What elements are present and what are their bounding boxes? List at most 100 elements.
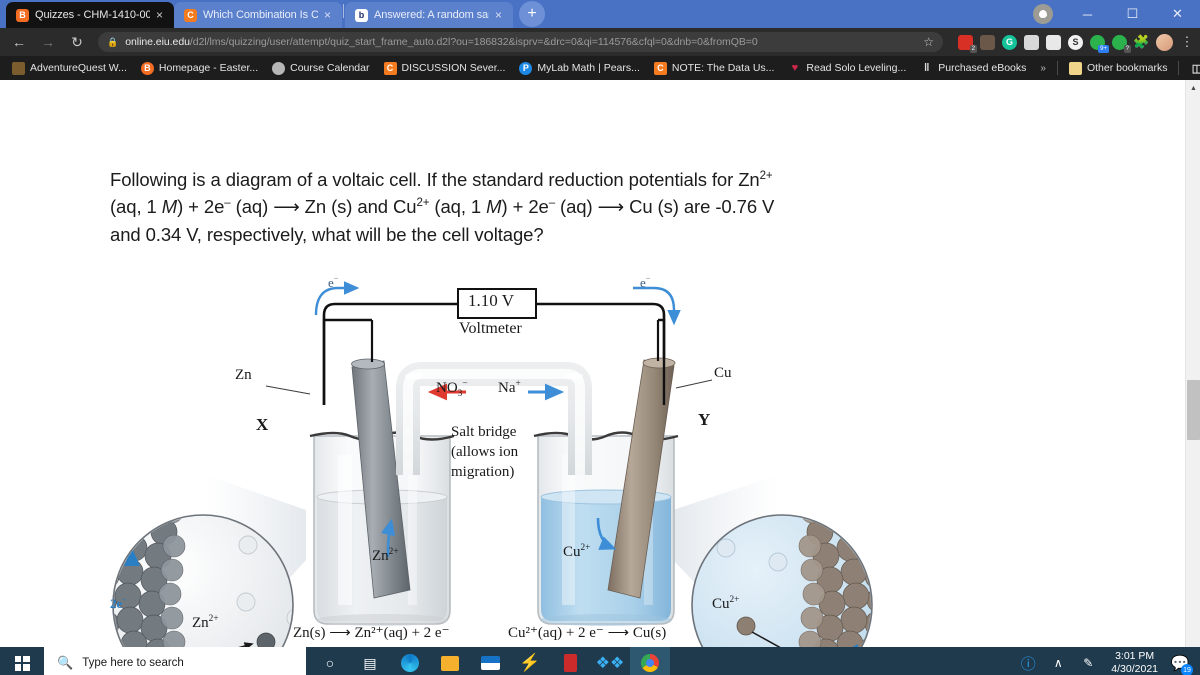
window-controls: ─ ☐ ✕ [1033,0,1200,28]
bookmark-discussion[interactable]: C DISCUSSION Sever... [378,60,512,77]
q2f: ) + 2e [501,196,549,218]
tab-strip: B Quizzes - CHM-1410-001 30293.. × C Whi… [0,0,1200,28]
inset-left-ion: Zn2+ [192,614,219,631]
puzzle-extension-icon[interactable]: 🧩 [1133,34,1149,50]
tab-chegg[interactable]: C Which Combination Is Correct Fo × [174,2,342,28]
bookmark-note-data[interactable]: C NOTE: The Data Us... [648,60,781,77]
reload-icon[interactable]: ↻ [64,29,90,55]
divider [1056,61,1058,75]
bookmark-label: Course Calendar [290,62,370,74]
question-text: Following is a diagram of a voltaic cell… [110,166,885,249]
photo-extension-icon[interactable] [980,34,995,50]
q2h: Cu (s) are -0.76 V [624,196,775,218]
q2c: (aq) [230,196,274,218]
chegg-icon: C [653,61,667,75]
voltaic-cell-diagram: 1.10 V Voltmeter e− e− Zn Cu X Y NO3− Na… [88,260,898,647]
mail-icon[interactable] [470,647,510,675]
salt-bridge-label-2: (allows ion [451,444,519,460]
bookmark-solo-leveling[interactable]: ♥ Read Solo Leveling... [782,60,912,77]
reading-list-extension-icon[interactable]: 2 [958,34,977,53]
bookmark-star-icon[interactable]: ☆ [917,35,934,49]
clock-date: 4/30/2021 [1111,663,1158,675]
cortana-icon[interactable]: ○ [310,647,350,675]
messages-extension-icon[interactable]: 9+ [1090,34,1109,53]
tab-separator [343,4,344,18]
page-scrollbar[interactable]: ▲ [1185,80,1200,647]
nitrate-ion-label: NO3− [436,379,468,399]
reading-list-button[interactable]: ◫ Reading list [1184,60,1200,77]
ebooks-icon: ‖ [924,62,930,74]
search-icon: 🔍 [57,655,74,670]
url-text: online.eiu.edu/d2l/lms/quizzing/user/att… [125,36,757,48]
bookmarks-overflow-icon[interactable]: » [1034,63,1052,74]
skype-extension-icon[interactable]: S [1068,34,1083,50]
forward-icon[interactable]: → [35,29,61,55]
right-half-reaction: Cu²⁺(aq) + 2 e⁻ ⟶ Cu(s) [508,625,667,641]
scrollbar-thumb[interactable] [1187,380,1200,440]
close-window-button[interactable]: ✕ [1155,0,1200,28]
bookmark-course-calendar[interactable]: Course Calendar [266,60,375,77]
help-icon[interactable]: ⓘ [1013,647,1043,675]
cu-ion-label: Cu2+ [563,543,591,560]
bookmarks-bar: AdventureQuest W... B Homepage - Easter.… [0,56,1200,80]
bookmark-adventurequest[interactable]: AdventureQuest W... [6,60,133,77]
q2a: (aq, 1 [110,196,162,218]
folder-icon [1068,61,1082,75]
bookmark-label: Homepage - Easter... [158,62,259,74]
notification-center-button[interactable]: 💬 19 [1166,647,1194,675]
more-menu-icon[interactable]: ⋮ [1180,34,1194,50]
inset-right-ion: Cu2+ [712,595,740,612]
close-icon[interactable]: × [156,9,166,21]
pen-icon[interactable]: ✎ [1073,647,1103,675]
lightning-icon[interactable]: ⚡ [510,647,550,675]
other-bookmarks-folder[interactable]: Other bookmarks [1063,60,1174,77]
reading-list-icon: ◫ [1191,62,1200,75]
q2b: ) + 2e [177,196,225,218]
maximize-button[interactable]: ☐ [1110,0,1155,28]
close-icon[interactable]: × [495,9,505,21]
url-host: online.eiu.edu [125,36,190,48]
office-extension-icon[interactable] [1046,34,1061,50]
molarity-symbol: M [161,196,178,218]
phone-extension-icon[interactable]: ? [1112,34,1131,53]
start-button[interactable] [0,647,44,675]
tab-bartleby[interactable]: b Answered: A random sample of 4 × [345,2,513,28]
scroll-up-icon[interactable]: ▲ [1186,80,1200,96]
chegg-icon: C [383,61,397,75]
avatar[interactable] [1156,33,1173,51]
url-path: /d2l/lms/quizzing/user/attempt/quiz_star… [189,36,758,48]
bookmark-label: MyLab Math | Pears... [537,62,640,74]
label-x: X [256,415,269,434]
profile-avatar[interactable] [1033,4,1053,24]
dropbox-icon[interactable]: ❖❖ [590,647,630,675]
molarity-symbol: M [486,196,502,218]
bookmark-mylab-math[interactable]: P MyLab Math | Pears... [513,60,646,77]
address-bar[interactable]: 🔒 online.eiu.edu/d2l/lms/quizzing/user/a… [98,32,943,52]
taskview-icon[interactable]: ▤ [350,647,390,675]
cu-charge-superscript: 2+ [416,197,430,210]
new-tab-button[interactable]: + [519,1,545,27]
taskbar-clock[interactable]: 3:01 PM 4/30/2021 [1103,650,1166,675]
pdf-icon[interactable] [550,647,590,675]
inset-left-electrons: 2e− [110,595,127,611]
salt-bridge-label-3: migration) [451,464,515,480]
chevron-up-icon[interactable]: ∧ [1043,647,1073,675]
salt-bridge-label-1: Salt bridge [451,424,517,440]
edge-icon[interactable] [390,647,430,675]
notification-count-badge: 19 [1181,664,1193,675]
browser-window: B Quizzes - CHM-1410-001 30293.. × C Whi… [0,0,1200,675]
grammarly-extension-icon[interactable]: G [1002,34,1017,50]
sodium-ion-label: Na+ [498,379,521,396]
close-icon[interactable]: × [324,9,334,21]
extension-badge: 2 [969,44,977,53]
extensions-area: 2 G S 9+ ? 🧩 ⋮ [951,33,1194,53]
bookmark-homepage[interactable]: B Homepage - Easter... [135,60,264,77]
honey-extension-icon[interactable] [1024,34,1039,50]
back-icon[interactable]: ← [6,29,32,55]
taskbar-search[interactable]: 🔍 Type here to search [44,647,306,675]
file-explorer-icon[interactable] [430,647,470,675]
minimize-button[interactable]: ─ [1065,0,1110,28]
tab-quizzes[interactable]: B Quizzes - CHM-1410-001 30293.. × [6,2,174,28]
bookmark-purchased-ebooks[interactable]: ‖ Purchased eBooks [914,60,1032,77]
chrome-icon[interactable] [630,647,670,675]
